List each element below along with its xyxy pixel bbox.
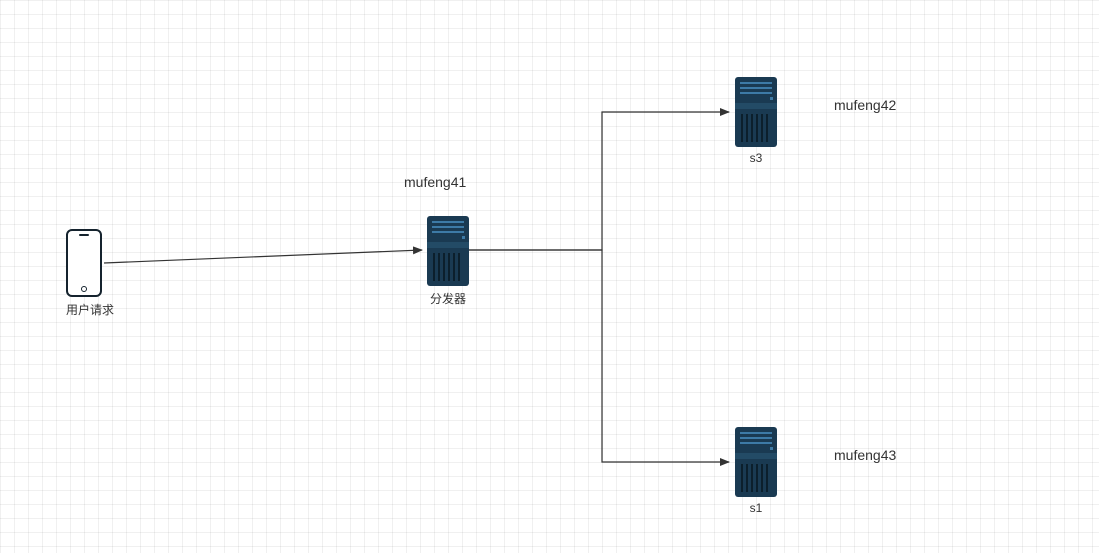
node-server-bottom-title: mufeng43 [834,447,896,463]
node-server-bottom-caption: s1 [735,501,777,515]
server-icon [427,216,469,286]
node-server-bottom[interactable]: s1 [735,427,777,515]
node-server-top-title: mufeng42 [834,97,896,113]
node-dispatcher[interactable]: 分发器 [427,216,469,307]
node-dispatcher-caption: 分发器 [427,290,469,307]
smartphone-icon [66,229,102,297]
server-icon [735,427,777,497]
node-server-top-caption: s3 [735,151,777,165]
node-dispatcher-title: mufeng41 [404,174,466,190]
node-server-top[interactable]: s3 [735,77,777,165]
server-icon [735,77,777,147]
node-client[interactable]: 用户请求 [66,229,114,318]
node-client-caption: 用户请求 [66,301,114,318]
